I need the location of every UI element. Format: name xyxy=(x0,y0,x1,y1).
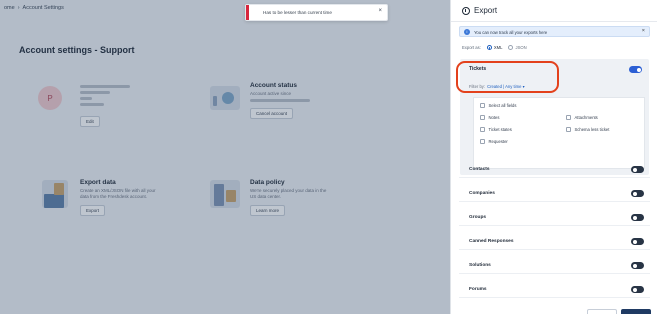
option-attachments[interactable]: Attachments xyxy=(566,115,598,120)
section-contacts: Contacts xyxy=(459,162,650,178)
checkbox[interactable] xyxy=(480,103,485,108)
toast-error-bar xyxy=(246,5,249,20)
modal-overlay[interactable] xyxy=(0,0,450,314)
section-groups: Groups xyxy=(459,210,650,226)
highlight-annotation xyxy=(456,61,559,93)
checkbox[interactable] xyxy=(480,139,485,144)
section-label: Contacts xyxy=(469,167,490,172)
radio-xml-label[interactable]: XML xyxy=(494,45,503,50)
export-format: Export as: XML JSON xyxy=(462,45,527,50)
contacts-toggle[interactable] xyxy=(631,166,644,173)
export-as-label: Export as: xyxy=(462,45,481,50)
option-label: Select all fields xyxy=(488,103,517,108)
section-forums: Forums xyxy=(459,282,650,298)
checkbox[interactable] xyxy=(566,115,571,120)
canned-responses-toggle[interactable] xyxy=(631,238,644,245)
groups-toggle[interactable] xyxy=(631,214,644,221)
cancel-button[interactable] xyxy=(587,309,617,314)
option-ticket-states[interactable]: Ticket states xyxy=(480,127,512,132)
section-solutions: Solutions xyxy=(459,258,650,274)
option-requester[interactable]: Requester xyxy=(480,139,508,144)
option-schema-less-ticket[interactable]: Schema less ticket xyxy=(566,127,609,132)
option-notes[interactable]: Notes xyxy=(480,115,499,120)
error-toast: Has to be lesser than current time × xyxy=(245,4,388,21)
panel-title: Export xyxy=(474,6,498,15)
option-label: Notes xyxy=(488,115,500,120)
info-icon: i xyxy=(464,29,470,35)
section-label: Forums xyxy=(469,287,487,292)
section-canned-responses: Canned Responses xyxy=(459,234,650,250)
info-banner: i You can now track all your exports her… xyxy=(459,26,650,37)
option-label: Attachments xyxy=(574,115,598,120)
option-label: Requester xyxy=(488,139,508,144)
radio-xml[interactable] xyxy=(486,45,492,50)
option-label: Schema less ticket xyxy=(574,127,610,132)
info-close-icon[interactable]: × xyxy=(642,28,645,34)
section-label: Groups xyxy=(469,215,487,220)
checkbox[interactable] xyxy=(480,127,485,132)
solutions-toggle[interactable] xyxy=(631,262,644,269)
radio-json-label[interactable]: JSON xyxy=(515,45,526,50)
forums-toggle[interactable] xyxy=(631,286,644,293)
checkbox[interactable] xyxy=(566,127,571,132)
section-label: Solutions xyxy=(469,263,491,268)
option-select-all[interactable]: Select all fields xyxy=(480,103,516,108)
export-panel: Export i You can now track all your expo… xyxy=(450,0,657,314)
info-message: You can now track all your exports here xyxy=(474,29,548,35)
section-companies: Companies xyxy=(459,186,650,202)
export-submit-button[interactable] xyxy=(621,309,651,314)
radio-json[interactable] xyxy=(508,45,514,50)
checkbox[interactable] xyxy=(480,115,485,120)
ticket-fields: Select all fields Notes Attachments Tick… xyxy=(473,97,645,169)
companies-toggle[interactable] xyxy=(631,190,644,197)
panel-header: Export xyxy=(462,6,497,15)
option-label: Ticket states xyxy=(488,127,512,132)
export-clock-icon xyxy=(462,6,470,15)
section-label: Companies xyxy=(469,191,495,196)
toast-message: Has to be lesser than current time xyxy=(263,10,332,15)
header-divider xyxy=(451,21,657,22)
tickets-toggle[interactable] xyxy=(629,66,642,73)
section-label: Canned Responses xyxy=(469,239,514,244)
toast-close-icon[interactable]: × xyxy=(378,8,382,14)
